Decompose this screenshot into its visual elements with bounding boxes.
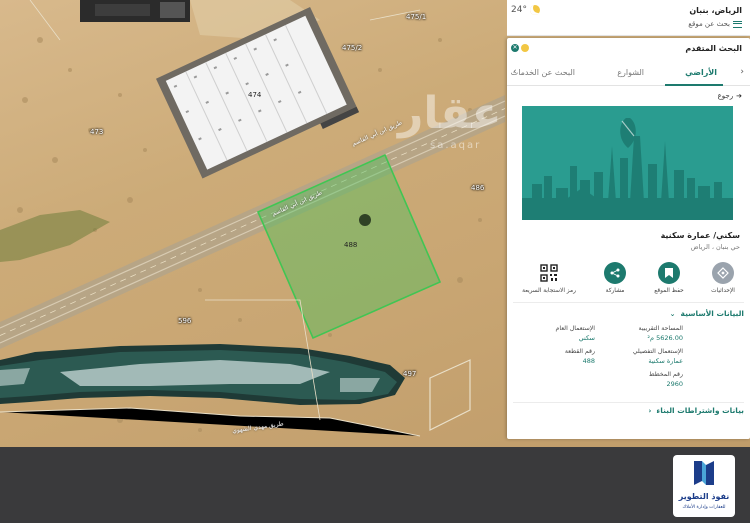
property-district: حي بنبان ، الرياض (690, 243, 740, 251)
divider (513, 402, 744, 403)
general-use-label: الإستعمال العام (555, 325, 595, 332)
divider (513, 302, 744, 303)
area-label: المساحة التقريبية (638, 325, 684, 332)
riyadh-skyline-icon (522, 118, 733, 220)
coordinates-label: الإحداثيات (711, 288, 735, 294)
bookmark-icon (658, 262, 680, 284)
arrow-right-icon: ➔ (736, 92, 742, 100)
footer-band (0, 447, 750, 523)
save-location-button[interactable]: حفظ الموقع (647, 262, 691, 294)
location-search-label: بحث عن موقع (688, 20, 730, 28)
current-city: الرياض، بنبان (689, 6, 742, 15)
plot-label: 475/1 (406, 13, 427, 21)
tab-lands[interactable]: الأراضي (685, 68, 717, 77)
weather-widget: 24° (511, 5, 540, 15)
watermark-sub: sa.aqar (430, 140, 482, 151)
qr-code-icon (538, 262, 560, 284)
building-data-title: بيانات واشتراطات البناء (656, 406, 744, 415)
location-bar: 24° الرياض، بنبان بحث عن موقع (507, 0, 750, 36)
tab-services[interactable]: البحث عن الخدمات (511, 68, 575, 77)
moon-icon (529, 5, 540, 15)
brand-subtitle: للعقارات وإدارة الأملاك (682, 505, 726, 510)
panel-title: البحث المتقدم (685, 44, 742, 53)
action-bar: الإحداثيات حفظ الموقع مشاركة رمز الاستجا… (521, 262, 739, 302)
search-tabs: ‹ › الأراضي الشوارع البحث عن الخدمات (507, 60, 750, 86)
plot-label: 497 (403, 370, 417, 378)
menu-icon (733, 20, 742, 28)
general-use-value: سكني (578, 334, 595, 342)
area-value: 5626.00 م² (647, 334, 683, 342)
coordinates-button[interactable]: الإحداثيات (701, 262, 745, 294)
detailed-use-value: عمارة سكنية (648, 357, 683, 365)
chevron-down-icon: ⌄ (669, 309, 676, 318)
plot-number-value: 488 (582, 357, 595, 365)
plot-label: 474 (248, 91, 262, 99)
plot-label: 473 (90, 128, 104, 136)
property-type: سكني/ عمارة سكنية (660, 231, 740, 240)
detailed-use-field: الإستعمال التفصيلي عمارة سكنية (633, 348, 683, 365)
plot-label: 475/2 (342, 44, 363, 52)
plot-label: 596 (178, 317, 192, 325)
location-search-button[interactable]: بحث عن موقع (688, 20, 742, 28)
building-data-header[interactable]: بيانات واشتراطات البناء ‹ (649, 406, 744, 415)
save-location-label: حفظ الموقع (654, 288, 684, 294)
general-use-field: الإستعمال العام سكني (555, 325, 595, 342)
plot-number-label: رقم القطعة (564, 348, 595, 355)
coordinates-icon (712, 262, 734, 284)
brand-logo-icon (694, 461, 714, 485)
qr-code-label: رمز الاستجابة السريعة (522, 288, 576, 294)
watermark: عقار (398, 88, 502, 139)
share-button[interactable]: مشاركة (593, 262, 637, 294)
plot-number-field: رقم القطعة 488 (565, 348, 595, 365)
back-button[interactable]: ➔ رجوع (718, 92, 742, 100)
plot-label: 488 (344, 241, 358, 249)
area-field: المساحة التقريبية 5626.00 م² (639, 325, 684, 342)
share-label: مشاركة (605, 288, 625, 294)
minimize-icon[interactable] (521, 44, 529, 52)
share-icon (604, 262, 626, 284)
property-illustration (522, 106, 733, 220)
qr-code-button[interactable]: رمز الاستجابة السريعة (519, 262, 579, 294)
basic-data-title: البيانات الأساسية (680, 309, 744, 318)
basic-data-header[interactable]: البيانات الأساسية ⌄ (670, 309, 744, 318)
plan-number-value: 2960 (666, 380, 683, 388)
plan-number-field: رقم المخطط 2960 (649, 371, 683, 388)
active-tab-indicator (665, 84, 723, 86)
temperature: 24° (511, 5, 527, 15)
panel-header: ✕ البحث المتقدم (507, 38, 750, 60)
chevron-right-icon[interactable]: › (740, 67, 744, 77)
plot-label: 486 (471, 184, 485, 192)
brand-logo-card: نفوذ التطوير للعقارات وإدارة الأملاك (673, 455, 735, 517)
back-label: رجوع (717, 92, 734, 100)
plan-number-label: رقم المخطط (648, 371, 683, 378)
brand-name: نفوذ التطوير (678, 492, 730, 501)
chevron-left-icon: ‹ (648, 406, 652, 415)
screen: 475/1 475/2 474 473 486 488 596 497 طريق… (0, 0, 750, 523)
tab-streets[interactable]: الشوارع (617, 68, 644, 77)
detailed-use-label: الإستعمال التفصيلي (632, 348, 683, 355)
advanced-search-panel: ✕ البحث المتقدم ‹ › الأراضي الشوارع البح… (507, 38, 750, 439)
close-icon[interactable]: ✕ (511, 44, 519, 52)
